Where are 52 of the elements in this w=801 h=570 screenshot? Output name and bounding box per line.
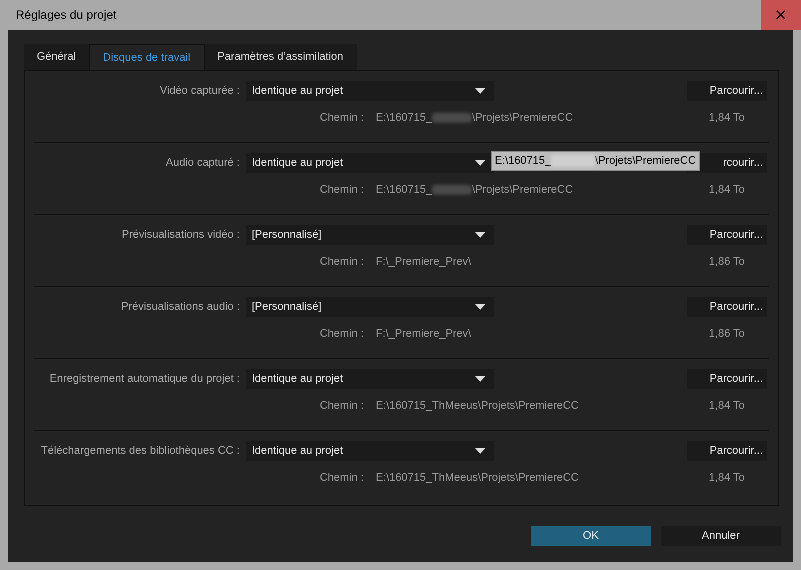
dropdown-arrow-icon	[475, 232, 486, 238]
ok-button[interactable]: OK	[531, 526, 651, 546]
disk-space: 1,86 To	[708, 255, 746, 269]
disk-space: 1,84 To	[708, 111, 746, 125]
dropdown-arrow-icon	[475, 304, 486, 310]
browse-button[interactable]: Parcourir...	[687, 369, 767, 389]
close-icon	[776, 10, 786, 20]
path-text: \Projets\PremiereCC	[472, 111, 574, 125]
cancel-button[interactable]: Annuler	[661, 526, 781, 546]
tab[interactable]: Paramètres d’assimilation	[204, 44, 357, 70]
close-button[interactable]	[761, 0, 801, 30]
dropdown[interactable]: [Personnalisé]	[246, 225, 494, 245]
path-label: Chemin :	[318, 471, 364, 485]
browse-button[interactable]: Parcourir...	[687, 81, 767, 101]
path-text: \Projets\PremiereCC	[472, 183, 574, 197]
browse-button[interactable]: Parcourir...	[687, 441, 767, 461]
browse-button[interactable]: Parcourir...	[687, 297, 767, 317]
path-text: F:\_Premiere_Prev\	[376, 327, 472, 341]
path-text: E:\160715_ThMeeus\Projets\PremiereCC	[376, 399, 579, 413]
tab[interactable]: Disques de travail	[89, 44, 205, 70]
path-label: Chemin :	[318, 255, 364, 269]
path-text: E:\160715_ThMeeus\Projets\PremiereCC	[376, 471, 579, 485]
browse-button[interactable]: Parcourir...	[687, 225, 767, 245]
field-label: Prévisualisations audio :	[120, 300, 240, 314]
tab[interactable]: Général	[24, 44, 90, 70]
path-text: F:\_Premiere_Prev\	[376, 255, 472, 269]
path-label: Chemin :	[318, 327, 364, 341]
tooltip-text: E:\160715_	[495, 154, 552, 168]
disk-space: 1,86 To	[708, 327, 746, 341]
path-text: E:\160715_	[376, 183, 432, 197]
dropdown[interactable]: [Personnalisé]	[246, 297, 494, 317]
disk-space: 1,84 To	[708, 471, 746, 485]
path-text: E:\160715_	[376, 111, 432, 125]
disk-space: 1,84 To	[708, 183, 746, 197]
path-label: Chemin :	[318, 183, 364, 197]
dropdown-arrow-icon	[475, 160, 486, 166]
path-label: Chemin :	[318, 399, 364, 413]
dropdown[interactable]: Identique au projet	[246, 369, 494, 389]
field-label: Téléchargements des bibliothèques CC :	[40, 444, 240, 458]
dropdown[interactable]: Identique au projet	[246, 441, 494, 461]
field-label: Audio capturé :	[165, 156, 240, 170]
field-label: Vidéo capturée :	[159, 84, 240, 98]
dropdown-arrow-icon	[475, 448, 486, 454]
dropdown-arrow-icon	[475, 88, 486, 94]
dropdown[interactable]: Identique au projet	[246, 153, 494, 173]
window-title: Réglages du projet	[15, 8, 117, 22]
disk-space: 1,84 To	[708, 399, 746, 413]
dropdown[interactable]: Identique au projet	[246, 81, 494, 101]
field-label: Prévisualisations vidéo :	[120, 228, 240, 242]
dropdown-arrow-icon	[475, 376, 486, 382]
path-label: Chemin :	[318, 111, 364, 125]
field-label: Enregistrement automatique du projet :	[48, 372, 240, 386]
